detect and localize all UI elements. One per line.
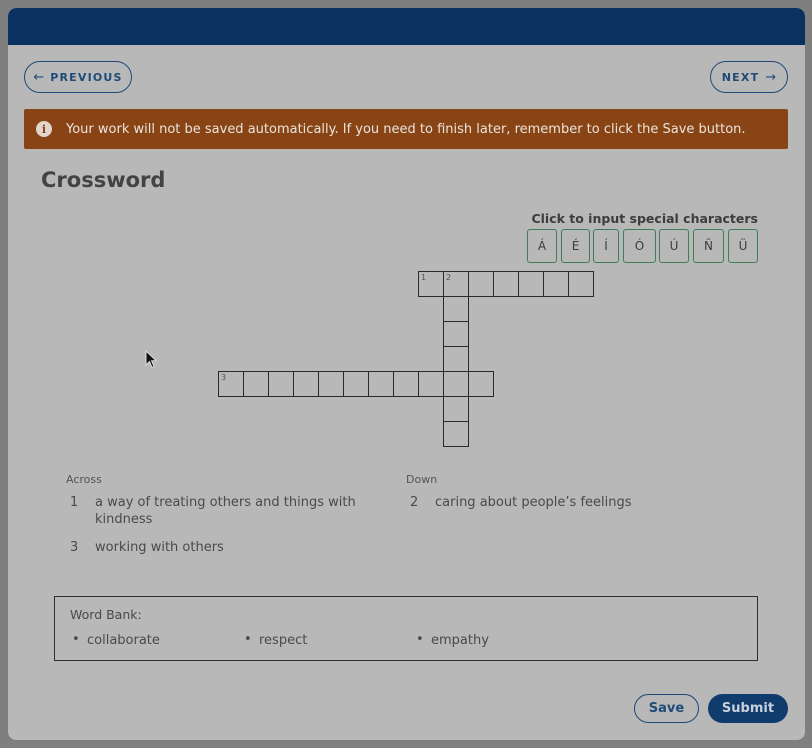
autosave-warning-banner: i Your work will not be saved automatica…	[24, 109, 788, 149]
special-char-button[interactable]: Ó	[623, 229, 656, 263]
save-button[interactable]: Save	[634, 694, 699, 723]
crossword-cell[interactable]: 2	[443, 271, 469, 297]
special-characters-label: Click to input special characters	[531, 211, 758, 226]
crossword-cell[interactable]	[293, 371, 319, 397]
special-char-button[interactable]: Ü	[728, 229, 758, 263]
crossword-cell[interactable]	[418, 371, 444, 397]
word-bank-label: Word Bank:	[70, 607, 142, 622]
special-char-button[interactable]: Ú	[659, 229, 689, 263]
clue-number: 3	[70, 540, 79, 555]
previous-button[interactable]: ← PREVIOUS	[24, 61, 132, 93]
down-heading: Down	[406, 473, 438, 486]
clue-number: 1	[70, 495, 79, 510]
arrow-right-icon: →	[765, 69, 777, 85]
crossword-cell[interactable]: 3	[218, 371, 244, 397]
crossword-cell[interactable]	[568, 271, 594, 297]
word-bank: Word Bank: collaborate respect empathy	[54, 596, 758, 661]
arrow-left-icon: ←	[33, 69, 45, 85]
next-button[interactable]: NEXT →	[710, 61, 788, 93]
crossword-cell[interactable]: 1	[418, 271, 444, 297]
crossword-cell[interactable]	[468, 271, 494, 297]
clue-number: 2	[410, 495, 419, 510]
crossword-cell[interactable]	[318, 371, 344, 397]
crossword-cell[interactable]	[443, 371, 469, 397]
word-bank-item: empathy	[416, 632, 489, 648]
crossword-cell[interactable]	[243, 371, 269, 397]
top-bar	[8, 8, 805, 45]
clue-text: working with others	[95, 540, 224, 555]
clue-text: caring about people’s feelings	[435, 495, 632, 510]
activity-card: ← PREVIOUS NEXT → i Your work will not b…	[8, 8, 805, 740]
clue-text: a way of treating others and things with…	[95, 495, 356, 527]
crossword-cell[interactable]	[268, 371, 294, 397]
special-char-button[interactable]: É	[561, 229, 590, 263]
crossword-cell[interactable]	[443, 421, 469, 447]
crossword-cell[interactable]	[393, 371, 419, 397]
clue-number: 2	[446, 273, 452, 282]
across-heading: Across	[66, 473, 102, 486]
crossword-cell[interactable]	[443, 321, 469, 347]
info-icon: i	[36, 121, 52, 137]
crossword-cell[interactable]	[443, 296, 469, 322]
crossword-cell[interactable]	[493, 271, 519, 297]
next-label: NEXT	[721, 70, 760, 84]
crossword-cell[interactable]	[443, 396, 469, 422]
special-char-button[interactable]: Ñ	[693, 229, 724, 263]
banner-text: Your work will not be saved automaticall…	[66, 121, 746, 137]
clue-number: 3	[221, 373, 227, 382]
crossword-cell[interactable]	[368, 371, 394, 397]
clue-number: 1	[421, 273, 427, 282]
crossword-cell[interactable]	[518, 271, 544, 297]
clue-item: 3 working with others	[70, 539, 370, 557]
special-char-button[interactable]: Á	[527, 229, 557, 263]
clue-item: 2 caring about people’s feelings	[410, 494, 750, 512]
page-title: Crossword	[41, 168, 166, 192]
crossword-cell[interactable]	[543, 271, 569, 297]
clue-item: 1 a way of treating others and things wi…	[70, 494, 370, 530]
crossword-cell[interactable]	[468, 371, 494, 397]
mouse-pointer-icon	[145, 350, 158, 369]
previous-label: PREVIOUS	[50, 70, 123, 84]
submit-button[interactable]: Submit	[708, 694, 788, 723]
word-bank-item: respect	[244, 632, 307, 648]
crossword-cell[interactable]	[343, 371, 369, 397]
special-char-button[interactable]: Í	[593, 229, 619, 263]
crossword-cell[interactable]	[443, 346, 469, 372]
word-bank-item: collaborate	[72, 632, 160, 648]
